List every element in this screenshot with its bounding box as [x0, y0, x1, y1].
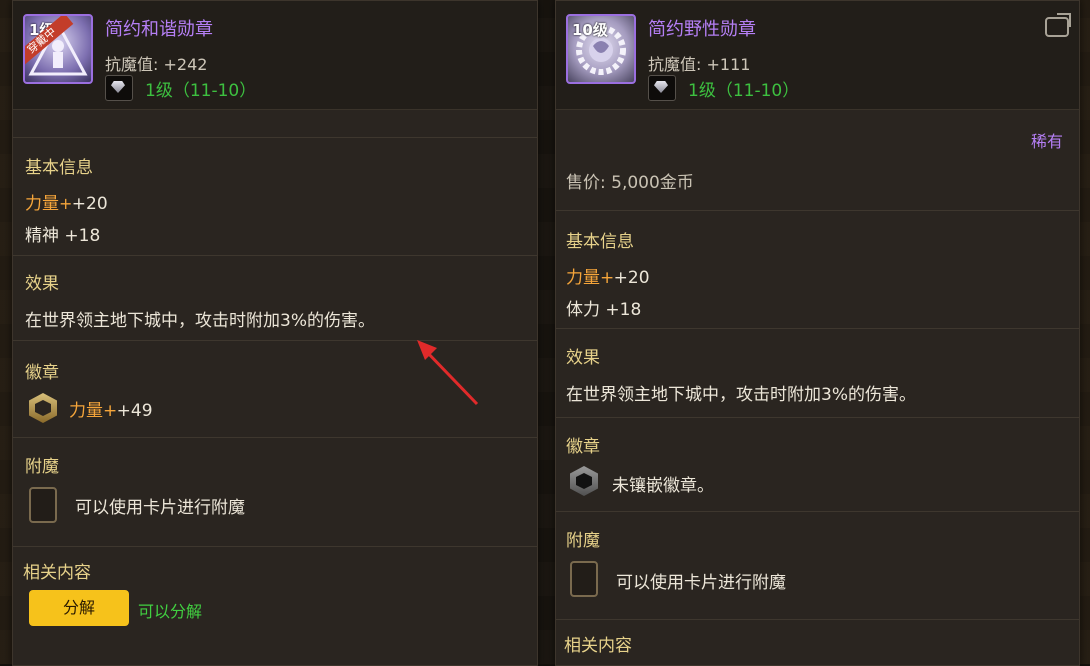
empty-badge-icon [570, 466, 598, 496]
stat-strength: 力量+ +20 [25, 194, 108, 214]
diamond-icon [105, 75, 133, 101]
section-enchant: 附魔 [566, 531, 600, 551]
share-icon[interactable] [1045, 13, 1071, 37]
section-related: 相关内容 [564, 636, 632, 656]
divider [13, 255, 537, 256]
item-tooltip-right: 10级 简约野性勋章 抗魔值: +111 1级（11-10） 稀有 售价: 5,… [555, 0, 1080, 666]
effect-text: 在世界领主地下城中，攻击时附加3%的伤害。 [566, 385, 916, 405]
sell-price: 售价: 5,000金币 [566, 173, 694, 193]
card-slot-icon[interactable] [570, 561, 598, 597]
enchant-text: 可以使用卡片进行附魔 [616, 573, 786, 593]
disassemble-button[interactable]: 分解 [29, 590, 129, 626]
item-attribute: 抗魔值: +242 [105, 55, 208, 74]
annotation-arrow-icon [417, 340, 479, 406]
stat-name: 力量 [566, 268, 600, 288]
item-tier: 1级（11-10） [145, 81, 257, 101]
stat-strength: 力量+ +20 [566, 268, 650, 288]
can-disassemble-text: 可以分解 [138, 602, 203, 621]
divider [556, 417, 1079, 418]
section-basic-info: 基本信息 [25, 158, 93, 178]
badge-gem-icon [29, 393, 57, 423]
medal-icon[interactable]: 1级 穿戴中 [23, 14, 93, 84]
card-slot-icon[interactable] [29, 487, 57, 523]
item-tier: 1级（11-10） [688, 81, 800, 101]
divider [13, 137, 537, 138]
medal-icon[interactable]: 10级 [566, 14, 636, 84]
stat-stamina: 体力 +18 [566, 300, 642, 320]
effect-text: 在世界领主地下城中，攻击时附加3%的伤害。 [25, 311, 375, 331]
item-title: 简约野性勋章 [648, 19, 756, 40]
section-basic-info: 基本信息 [566, 232, 634, 252]
rarity-label: 稀有 [1030, 132, 1063, 151]
enchant-text: 可以使用卡片进行附魔 [75, 498, 245, 518]
diamond-icon [648, 75, 676, 101]
section-badge: 徽章 [25, 363, 59, 383]
divider [13, 437, 537, 438]
section-enchant: 附魔 [25, 457, 59, 477]
divider [556, 328, 1079, 329]
section-related: 相关内容 [23, 563, 91, 583]
divider [13, 546, 537, 547]
divider [556, 210, 1079, 211]
section-effect: 效果 [566, 348, 600, 368]
section-badge: 徽章 [566, 437, 600, 457]
badge-stat-name: 力量 [69, 401, 103, 421]
stat-spirit: 精神 +18 [25, 226, 101, 246]
item-tooltip-left: 1级 穿戴中 简约和谐勋章 抗魔值: +242 1级（11-10） 基本信息 力… [12, 0, 538, 666]
badge-stat-value: +49 [111, 401, 153, 421]
stat-name: 力量 [25, 194, 59, 214]
tooltip-header: 10级 简约野性勋章 抗魔值: +111 1级（11-10） [556, 1, 1079, 110]
section-effect: 效果 [25, 274, 59, 294]
badge-empty-text: 未镶嵌徽章。 [612, 476, 714, 496]
divider [556, 619, 1079, 620]
item-title: 简约和谐勋章 [105, 19, 213, 40]
divider [556, 511, 1079, 512]
item-attribute: 抗魔值: +111 [648, 55, 751, 74]
stat-value: +20 [66, 194, 108, 214]
badge-stat: 力量+ +49 [69, 401, 153, 421]
stat-value: +20 [608, 268, 650, 288]
tooltip-header: 1级 穿戴中 简约和谐勋章 抗魔值: +242 1级（11-10） [13, 1, 537, 110]
item-level-tag: 10级 [572, 21, 608, 39]
